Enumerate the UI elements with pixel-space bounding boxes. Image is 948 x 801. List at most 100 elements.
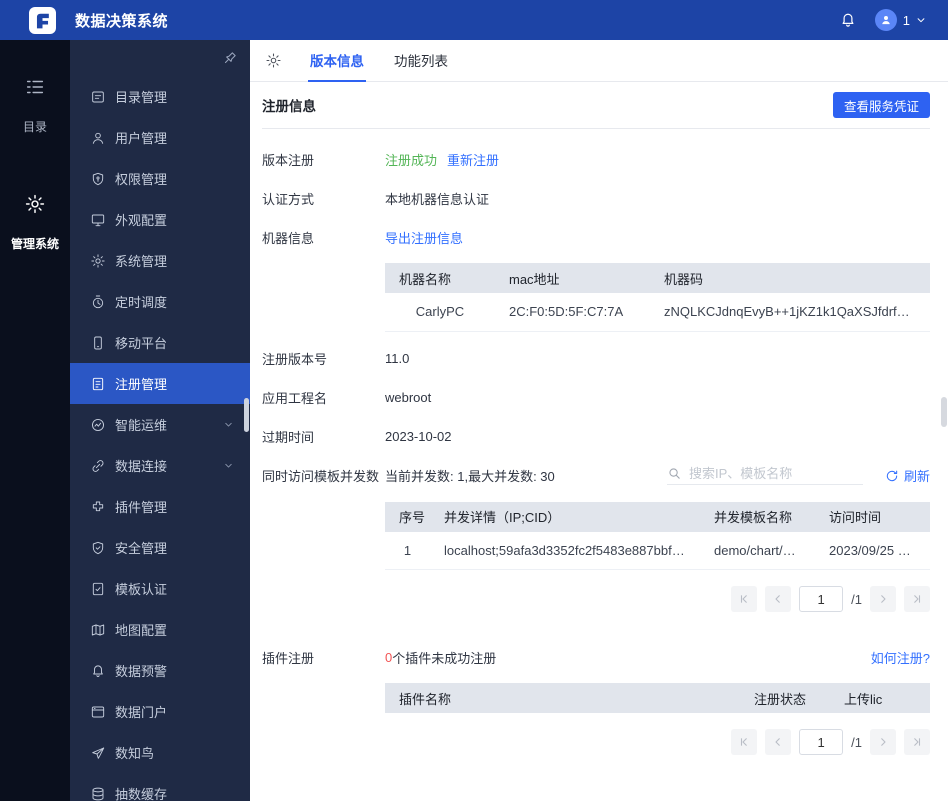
logo-icon [36,13,49,28]
sidebar-item-intelligent-ops[interactable]: 智能运维 [70,404,250,445]
avatar [874,9,897,31]
column-header: 访问时间 [815,501,930,532]
sidebar-item-system-management[interactable]: 系统管理 [70,240,250,281]
pagination-prev-button[interactable] [765,729,792,755]
user-name: 1 [902,12,910,28]
sidebar-item-mobile-platform[interactable]: 移动平台 [70,322,250,363]
rail-item-catalog[interactable]: 目录 [0,76,70,135]
column-header: 注册状态 [740,683,830,713]
pagination-prev-icon [775,738,780,746]
main-scrollbar-thumb[interactable] [941,397,947,427]
schedule-icon [92,295,104,308]
view-credential-button[interactable]: 查看服务凭证 [832,92,930,118]
search-input[interactable] [688,466,849,481]
refresh-icon [886,470,898,481]
refresh-button[interactable]: 刷新 [885,466,930,485]
sidebar-item-map-config[interactable]: 地图配置 [70,609,250,650]
sidebar-item-template-authentication[interactable]: 模板认证 [70,568,250,609]
sidebar-item-directory-management[interactable]: 目录管理 [70,76,250,117]
sidebar-item-data-connection[interactable]: 数据连接 [70,445,250,486]
security-icon [92,541,104,554]
export-register-info-link[interactable]: 导出注册信息 [385,228,463,247]
catalog-icon [26,80,44,94]
plugin-pagination: /1 [262,729,930,755]
app-title: 数据决策系统 [75,12,169,30]
field-label: 版本注册 [262,152,315,168]
sidebar-item-label: 权限管理 [115,172,168,187]
re-register-link[interactable]: 重新注册 [447,150,499,169]
sidebar-scrollbar-thumb[interactable] [244,398,249,432]
registration-content: 注册信息 查看服务凭证 版本注册 注册成功 重新注册 认证方式 本地机器信息认证… [250,82,948,801]
sidebar-item-appearance-config[interactable]: 外观配置 [70,199,250,240]
plugin-icon [92,501,104,511]
pagination-next-icon [881,738,886,746]
register-version-value: 11.0 [385,351,410,366]
how-to-register-link[interactable]: 如何注册? [871,648,930,667]
tab-version-info[interactable]: 版本信息 [308,40,366,82]
sidebar-item-permission-management[interactable]: 权限管理 [70,158,250,199]
access-time-cell: 2023/09/25 10:34:... [815,531,930,570]
field-label: 应用工程名 [262,391,328,406]
pagination-next-button[interactable] [870,586,896,612]
bell-icon[interactable] [839,11,857,29]
register-status: 注册成功 [385,152,438,168]
register-icon [92,377,104,390]
settings-gear-icon[interactable] [265,52,282,69]
seq-cell: 1 [385,531,430,570]
page-total: /1 [851,591,862,607]
sidebar-item-label: 移动平台 [115,336,168,351]
column-header: 机器码 [650,263,930,293]
sidebar-item-shuzhiniao[interactable]: 数知鸟 [70,732,250,773]
column-header: 插件名称 [385,683,740,713]
rail-item-management[interactable]: 管理系统 [0,193,70,252]
sidebar-item-data-portal[interactable]: 数据门户 [70,691,250,732]
page-number-input[interactable] [799,586,844,612]
row-register-version: 注册版本号 11.0 [262,346,930,372]
table-row: 1 localhost;59afa3d3352fc2f5483e887bbf95… [385,531,930,570]
pagination-next-button[interactable] [870,729,896,755]
sidebar-item-plugin-management[interactable]: 插件管理 [70,486,250,527]
pagination-last-button[interactable] [904,586,930,612]
connection-icon [92,459,104,472]
pagination-prev-button[interactable] [765,586,792,612]
concurrency-table: 序号 并发详情（IP;CID） 并发模板名称 访问时间 1 localhost;… [385,501,930,570]
sidebar-item-schedule[interactable]: 定时调度 [70,281,250,322]
tab-feature-list[interactable]: 功能列表 [392,40,450,82]
sidebar-item-user-management[interactable]: 用户管理 [70,117,250,158]
sidebar-item-registration-management[interactable]: 注册管理 [70,363,250,404]
row-app-name: 应用工程名 webroot [262,385,930,411]
row-expire-date: 过期时间 2023-10-02 [262,424,930,450]
map-icon [91,624,105,635]
sidebar-item-label: 数据预警 [115,664,168,679]
field-label: 认证方式 [262,191,315,207]
sidebar-item-label: 定时调度 [115,295,168,310]
pagination-first-button[interactable] [731,729,758,755]
page-total: /1 [851,734,862,750]
app-logo[interactable] [29,6,56,34]
field-label: 注册版本号 [262,352,328,367]
directory-icon [92,91,104,102]
sidebar-item-label: 地图配置 [115,623,168,638]
row-concurrency: 同时访问模板并发数 当前并发数: 1,最大并发数: 30 刷新 [262,463,930,489]
sidebar-item-label: 数知鸟 [115,746,155,761]
pagination-first-button[interactable] [731,586,758,612]
user-menu[interactable]: 1 [874,9,926,31]
field-label: 机器信息 [262,230,315,246]
sidebar-item-data-cache[interactable]: 抽数缓存 [70,773,250,801]
app-name-value: webroot [385,390,432,405]
rail-item-label: 管理系统 [10,237,59,251]
pagination-next-icon [881,595,886,603]
pin-icon[interactable] [221,50,238,67]
template-auth-icon [92,582,104,595]
pagination-first-icon [741,595,747,603]
page-number-input[interactable] [799,729,844,755]
sidebar-item-security-management[interactable]: 安全管理 [70,527,250,568]
concurrency-summary: 当前并发数: 1,最大并发数: 30 [385,469,555,484]
sidebar-item-label: 目录管理 [115,90,168,105]
permission-icon [92,172,104,185]
search-icon [669,468,680,479]
user-icon [92,132,104,144]
sidebar-item-data-alert[interactable]: 数据预警 [70,650,250,691]
column-header: 上传lic [830,683,930,713]
pagination-last-button[interactable] [904,729,930,755]
